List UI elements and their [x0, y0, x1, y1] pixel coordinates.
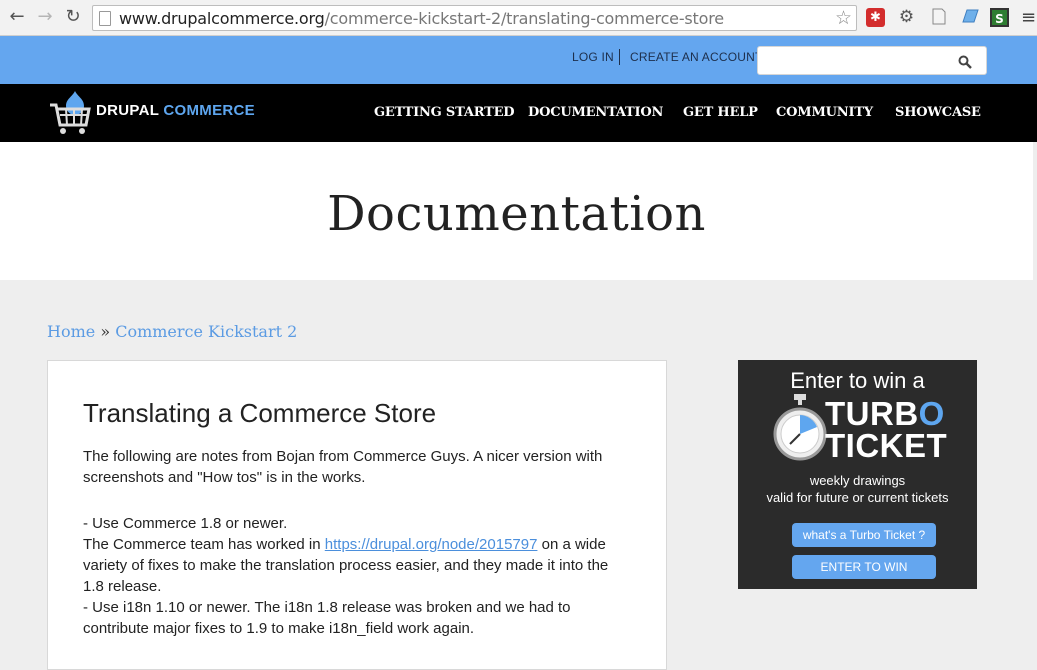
topbar-divider: [619, 49, 620, 65]
logo-text: DRUPAL COMMERCE: [96, 102, 255, 119]
browser-toolbar: ← → ↻ www.drupalcommerce.org/commerce-ki…: [0, 0, 1037, 36]
menu-icon[interactable]: ≡: [1019, 8, 1037, 27]
s-extension-icon[interactable]: S: [990, 8, 1009, 27]
ad-turbo-text: TURBO: [825, 397, 945, 430]
article-intro: The following are notes from Bojan from …: [83, 448, 603, 486]
search-icon[interactable]: [958, 50, 972, 73]
article-card: Translating a Commerce Store The followi…: [47, 360, 667, 670]
page-extension-icon[interactable]: [929, 8, 948, 27]
nav-documentation[interactable]: DOCUMENTATION: [528, 105, 663, 120]
breadcrumb-home[interactable]: Home: [47, 322, 95, 341]
lastpass-extension-icon[interactable]: ✱: [866, 8, 885, 27]
nav-showcase[interactable]: SHOWCASE: [895, 105, 981, 120]
gear-extension-icon[interactable]: ⚙: [897, 8, 916, 27]
breadcrumb-commerce-kickstart[interactable]: Commerce Kickstart 2: [115, 322, 297, 341]
forward-icon[interactable]: →: [34, 6, 56, 28]
item1-text-pre: The Commerce team has worked in: [83, 536, 325, 553]
create-account-link[interactable]: CREATE AN ACCOUNT: [630, 50, 763, 64]
page-title: Documentation: [327, 186, 706, 242]
main-navigation: DRUPAL COMMERCE GETTING STARTED DOCUMENT…: [0, 84, 1037, 142]
stopwatch-icon: [773, 394, 827, 461]
whats-turbo-ticket-button[interactable]: what's a Turbo Ticket ?: [792, 523, 936, 547]
breadcrumb-separator: »: [95, 322, 116, 341]
breadcrumb: Home » Commerce Kickstart 2: [47, 322, 297, 341]
address-bar[interactable]: www.drupalcommerce.org/commerce-kickstar…: [92, 5, 857, 31]
bookmark-star-icon[interactable]: ☆: [835, 7, 852, 29]
ad-ticket-text: TICKET: [825, 427, 948, 464]
article-item-1: - Use Commerce 1.8 or newer. The Commerc…: [83, 513, 628, 639]
drupal-commerce-logo[interactable]: DRUPAL COMMERCE: [48, 89, 255, 137]
logo-word-commerce: COMMERCE: [163, 102, 255, 119]
site-topbar: LOG IN CREATE AN ACCOUNT: [0, 36, 1037, 84]
nav-get-help[interactable]: GET HELP: [683, 105, 758, 120]
article-item-2: - Use i18n 1.10 or newer. The i18n 1.8 r…: [83, 599, 571, 637]
drupal-node-link[interactable]: https://drupal.org/node/2015797: [325, 536, 538, 553]
ad-line-1: weekly drawings: [809, 473, 906, 488]
turbo-ticket-ad: Enter to win a TURBO TICKET weekly drawi…: [738, 360, 977, 589]
back-icon[interactable]: ←: [6, 6, 28, 28]
bluebird-extension-icon[interactable]: [960, 8, 979, 27]
nav-getting-started[interactable]: GETTING STARTED: [374, 105, 515, 120]
url-path: /commerce-kickstart-2/translating-commer…: [324, 9, 725, 28]
page-icon: [99, 11, 111, 26]
article-title: Translating a Commerce Store: [83, 398, 437, 428]
cart-icon: [50, 91, 91, 134]
site-search-input[interactable]: [757, 46, 987, 75]
ad-line-2: valid for future or current tickets: [766, 490, 949, 505]
login-link[interactable]: LOG IN: [572, 50, 614, 64]
item1-heading: - Use Commerce 1.8 or newer.: [83, 515, 288, 532]
url-host: www.drupalcommerce.org: [119, 9, 325, 28]
logo-word-drupal: DRUPAL: [96, 102, 159, 119]
enter-to-win-button[interactable]: ENTER TO WIN: [792, 555, 936, 579]
page-hero: Documentation: [0, 142, 1033, 280]
url-text: www.drupalcommerce.org/commerce-kickstar…: [119, 9, 724, 28]
nav-community[interactable]: COMMUNITY: [776, 105, 873, 120]
ad-headline: Enter to win a: [790, 368, 925, 393]
reload-icon[interactable]: ↻: [62, 6, 84, 28]
